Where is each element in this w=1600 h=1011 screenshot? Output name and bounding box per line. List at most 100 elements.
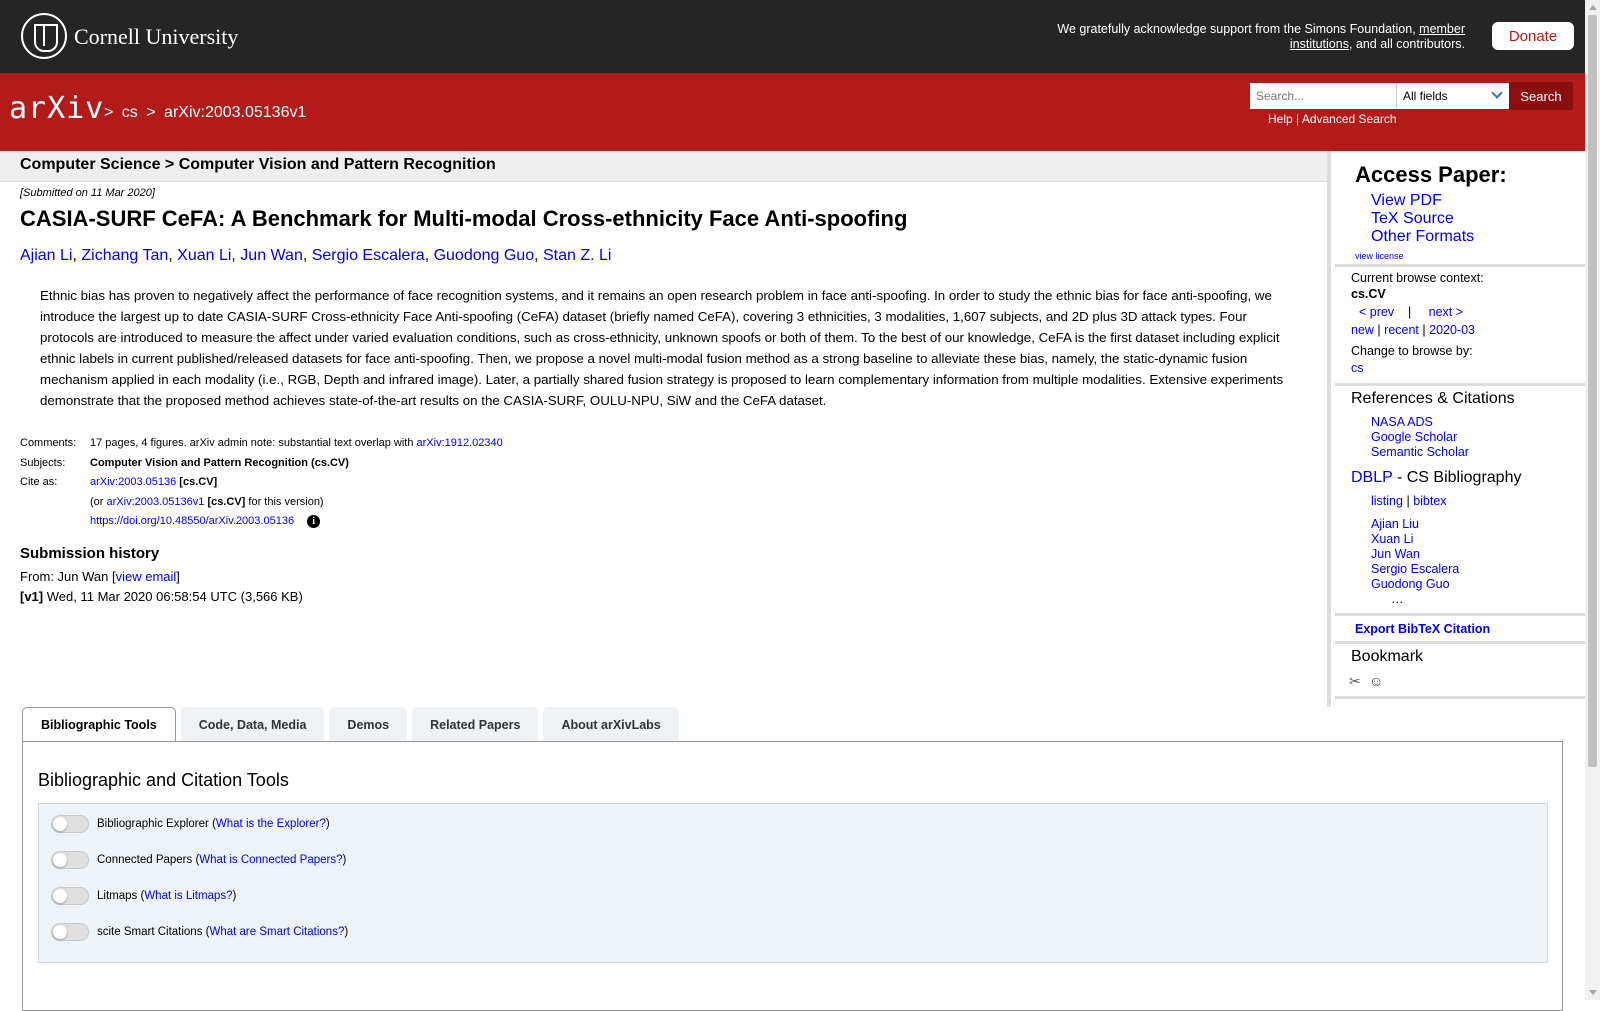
page-scrollbar[interactable] xyxy=(1585,0,1600,1000)
recent-link[interactable]: recent xyxy=(1384,323,1419,337)
export-bibtex-link[interactable]: Export BibTeX Citation xyxy=(1355,622,1490,636)
abstract: Ethnic bias has proven to negatively aff… xyxy=(40,288,1284,408)
prev-link[interactable]: < prev xyxy=(1359,305,1394,319)
semantic-scholar-link[interactable]: Semantic Scholar xyxy=(1371,445,1469,459)
cite-value: arXiv:2003.05136 [cs.CV] xyxy=(90,473,217,493)
tool-label: scite Smart Citations xyxy=(97,926,203,938)
comments-label: Comments: xyxy=(20,437,77,449)
nasa-ads-link[interactable]: NASA ADS xyxy=(1371,415,1433,429)
comments-value: 17 pages, 4 figures. arXiv admin note: s… xyxy=(90,434,503,454)
tool-label: Litmaps xyxy=(97,890,138,902)
connected-papers-toggle[interactable] xyxy=(51,851,89,869)
scroll-thumb[interactable] xyxy=(1588,15,1597,767)
tool-row: Litmaps (What is Litmaps?) xyxy=(51,887,236,905)
tool-row: Bibliographic Explorer (What is the Expl… xyxy=(51,815,330,833)
scroll-up-icon[interactable] xyxy=(1589,5,1597,10)
arxiv-logo[interactable]: arXiv xyxy=(9,91,104,126)
scite-toggle[interactable] xyxy=(51,923,89,941)
view-email-link[interactable]: view email xyxy=(116,569,177,584)
search-field-select[interactable]: All fields xyxy=(1396,83,1509,109)
cite-link[interactable]: arXiv:2003.05136 xyxy=(90,476,176,488)
subjects-value: Computer Vision and Pattern Recognition … xyxy=(90,456,349,469)
tab-related-papers[interactable]: Related Papers xyxy=(412,707,539,742)
tab-about-arxivlabs[interactable]: About arXivLabs xyxy=(543,707,679,742)
search-button[interactable]: Search xyxy=(1509,82,1573,110)
view-license-link[interactable]: view license xyxy=(1355,251,1404,261)
author-link[interactable]: Sergio Escalera xyxy=(312,247,425,264)
subject-breadcrumb: Computer Science > Computer Vision and P… xyxy=(20,156,496,173)
view-pdf-link[interactable]: View PDF xyxy=(1371,192,1442,210)
support-text: We gratefully acknowledge support from t… xyxy=(1045,22,1465,52)
tool-info-link[interactable]: What is the Explorer? xyxy=(216,818,326,830)
google-scholar-link[interactable]: Google Scholar xyxy=(1371,430,1457,444)
tab-bibliographic-tools[interactable]: Bibliographic Tools xyxy=(22,707,176,742)
info-icon[interactable]: i xyxy=(307,515,321,528)
arxiv-header: arXiv > cs > arXiv:2003.05136v1 Search..… xyxy=(0,73,1585,151)
tool-info-link[interactable]: What is Connected Papers? xyxy=(199,854,342,866)
tex-source-link[interactable]: TeX Source xyxy=(1371,210,1454,228)
references-box: References & Citations NASA ADS Google S… xyxy=(1335,386,1589,616)
tool-info-link[interactable]: What is Litmaps? xyxy=(144,890,232,902)
author-link[interactable]: Jun Wan xyxy=(240,247,303,264)
author-link[interactable]: Guodong Guo xyxy=(434,247,535,264)
cite-version-link[interactable]: arXiv:2003.05136v1 xyxy=(107,496,205,508)
pipe: | xyxy=(1408,305,1412,319)
cornell-topbar: Cornell University We gratefully acknowl… xyxy=(0,0,1585,73)
donate-button[interactable]: Donate xyxy=(1492,22,1574,50)
comments-text: 17 pages, 4 figures. arXiv admin note: s… xyxy=(90,437,414,449)
cite-version-prefix: (or xyxy=(90,495,104,508)
search-field-value: All fields xyxy=(1403,89,1448,103)
support-prefix: We gratefully acknowledge support from t… xyxy=(1057,22,1416,36)
overlap-paper-link[interactable]: arXiv:1912.02340 xyxy=(417,437,503,449)
dblp-author-link[interactable]: Ajian Liu xyxy=(1371,517,1419,531)
doi-link[interactable]: https://doi.org/10.48550/arXiv.2003.0513… xyxy=(90,515,294,527)
browse-cs-link[interactable]: cs xyxy=(1351,361,1364,375)
advanced-search-link[interactable]: Advanced Search xyxy=(1302,112,1397,126)
cite-version: (or arXiv:2003.05136v1 [cs.CV] for this … xyxy=(90,493,324,513)
dblp-author-link[interactable]: Xuan Li xyxy=(1371,532,1413,546)
dblp-author-link[interactable]: Sergio Escalera xyxy=(1371,562,1459,576)
dblp-links: listing | bibtex xyxy=(1371,494,1447,508)
cornell-university-link[interactable]: Cornell University xyxy=(74,24,238,50)
dblp-bibtex-link[interactable]: bibtex xyxy=(1413,494,1446,508)
explorer-toggle[interactable] xyxy=(51,815,89,833)
export-box: Export BibTeX Citation xyxy=(1335,616,1589,644)
subjects-label: Subjects: xyxy=(20,456,66,469)
dblp-listing-link[interactable]: listing xyxy=(1371,494,1403,508)
pipe: | xyxy=(1377,323,1381,337)
help-separator: | xyxy=(1296,112,1300,126)
new-link[interactable]: new xyxy=(1351,323,1374,337)
submission-v1: [v1] Wed, 11 Mar 2020 06:58:54 UTC (3,56… xyxy=(20,589,303,604)
cite-tag: [cs.CV] xyxy=(179,476,218,488)
breadcrumb-cs[interactable]: cs xyxy=(122,104,138,121)
tool-info-link[interactable]: What are Smart Citations? xyxy=(209,926,344,938)
author-link[interactable]: Ajian Li xyxy=(20,247,72,264)
other-formats-link[interactable]: Other Formats xyxy=(1371,228,1474,246)
submission-from: From: Jun Wan [view email] xyxy=(20,569,180,584)
dblp-link[interactable]: DBLP xyxy=(1351,469,1393,486)
author-link[interactable]: Xuan Li xyxy=(177,247,231,264)
scroll-down-icon[interactable] xyxy=(1589,990,1597,995)
breadcrumb-sep: > xyxy=(146,104,156,121)
search-input[interactable]: Search... xyxy=(1250,83,1396,109)
cornell-seal-icon[interactable] xyxy=(21,13,67,59)
help-link[interactable]: Help xyxy=(1268,112,1293,126)
bibsonomy-icon[interactable]: ✂ xyxy=(1349,673,1367,689)
dblp-suffix: - CS Bibliography xyxy=(1392,469,1522,486)
browse-context-label: Current browse context: xyxy=(1351,271,1484,285)
dblp-more: … xyxy=(1391,592,1404,606)
labs-tabs: Bibliographic Tools Code, Data, Media De… xyxy=(22,707,679,742)
next-link[interactable]: next > xyxy=(1429,305,1463,319)
tab-code-data-media[interactable]: Code, Data, Media xyxy=(180,707,325,742)
tab-demos[interactable]: Demos xyxy=(329,707,408,742)
author-link[interactable]: Zichang Tan xyxy=(81,247,168,264)
submission-from-suffix: ] xyxy=(176,569,180,584)
month-link[interactable]: 2020-03 xyxy=(1429,323,1475,337)
dblp-author-link[interactable]: Guodong Guo xyxy=(1371,577,1450,591)
litmaps-toggle[interactable] xyxy=(51,887,89,905)
dblp-author-link[interactable]: Jun Wan xyxy=(1371,547,1420,561)
author-link[interactable]: Stan Z. Li xyxy=(543,247,611,264)
reddit-icon[interactable]: ☺ xyxy=(1369,673,1387,689)
tool-label: Bibliographic Explorer xyxy=(97,818,209,830)
tools-title: Bibliographic and Citation Tools xyxy=(38,770,289,790)
